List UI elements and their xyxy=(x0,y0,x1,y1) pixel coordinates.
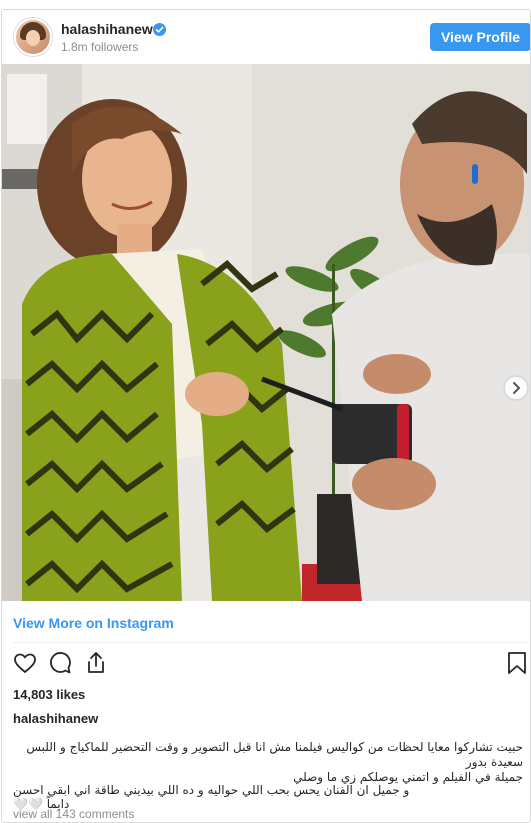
verified-badge-icon xyxy=(153,23,166,36)
share-icon[interactable] xyxy=(83,650,109,681)
heart-icon[interactable] xyxy=(12,650,38,681)
caption-line-1: حبيت تشاركوا معايا لحظات من كواليس فيلمن… xyxy=(26,740,523,769)
caption-username[interactable]: halashihanew xyxy=(13,711,98,726)
bookmark-icon[interactable] xyxy=(506,650,528,681)
avatar[interactable] xyxy=(14,18,52,56)
carousel-next-button[interactable] xyxy=(505,377,527,399)
action-bar xyxy=(2,650,530,682)
view-more-on-instagram-link[interactable]: View More on Instagram xyxy=(13,615,174,631)
post-photo[interactable] xyxy=(2,64,530,601)
instagram-embed-card: halashihanew 1.8m followers View Profile xyxy=(1,9,531,823)
divider xyxy=(13,642,530,643)
chevron-right-icon xyxy=(513,382,520,394)
like-count[interactable]: 14,803 likes xyxy=(13,687,85,702)
photo-illustration xyxy=(2,64,530,601)
view-profile-button[interactable]: View Profile xyxy=(430,23,530,51)
post-header: halashihanew 1.8m followers View Profile xyxy=(2,10,530,64)
avatar-face xyxy=(26,30,40,46)
view-all-comments-link[interactable]: view all 143 comments xyxy=(13,807,134,821)
comment-icon[interactable] xyxy=(47,650,73,681)
follower-count: 1.8m followers xyxy=(61,40,139,54)
username-link[interactable]: halashihanew xyxy=(61,21,153,37)
caption-text: حبيت تشاركوا معايا لحظات من كواليس فيلمن… xyxy=(13,740,523,785)
